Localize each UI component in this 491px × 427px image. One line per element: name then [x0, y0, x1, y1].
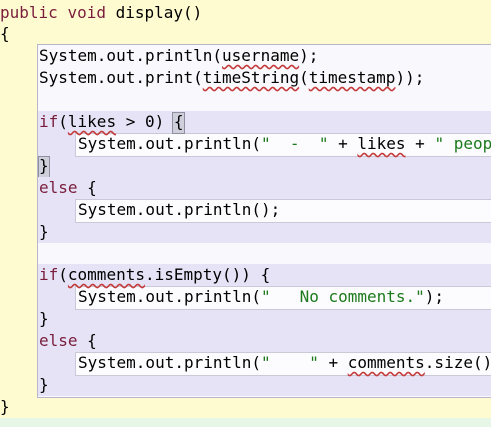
call-text: System.out.println(: [78, 287, 262, 306]
code-line-println-username[interactable]: System.out.println(username);: [39, 45, 318, 67]
call-text: > 0): [116, 112, 174, 131]
code-line-close-1[interactable]: }: [39, 221, 49, 243]
call-text: (: [58, 112, 68, 131]
call-text: System.out.println();: [78, 200, 281, 219]
call-text: (: [58, 265, 68, 284]
string-literal: " peop: [434, 134, 491, 153]
brace: {: [0, 24, 10, 43]
keyword-void: void: [67, 3, 106, 22]
keyword-if: if: [39, 265, 59, 284]
call-text: +: [328, 134, 358, 153]
call-text: .isEmpty()) {: [144, 265, 271, 284]
code-line-println-comments-size[interactable]: System.out.println(" " + comments.size()…: [78, 352, 491, 374]
squiggle-identifier: likes: [67, 112, 117, 131]
code-line-if-likes[interactable]: if(likes > 0) {: [39, 111, 184, 133]
string-literal: " No comments.": [261, 287, 425, 306]
squiggle-identifier: timeString: [202, 68, 300, 87]
call-text: System.out.println(: [78, 353, 262, 372]
code-line-close-3[interactable]: }: [39, 374, 49, 396]
code-line-else-2[interactable]: else {: [39, 330, 97, 352]
call-text: System.out.println(: [39, 46, 223, 65]
code-line-println-likes[interactable]: System.out.println(" - " + likes + " peo…: [78, 133, 491, 155]
keyword-if: if: [39, 112, 59, 131]
call-text: );: [424, 287, 445, 306]
squiggle-identifier: comments: [67, 265, 145, 284]
call-text: +: [405, 134, 435, 153]
status-strip: [0, 418, 491, 427]
squiggle-identifier: username: [222, 46, 300, 65]
string-literal: " - ": [261, 134, 329, 153]
code-line-println-no-comments[interactable]: System.out.println(" No comments.");: [78, 286, 444, 308]
call-text: System.out.println(: [78, 134, 262, 153]
method-name: display(): [105, 3, 203, 22]
code-line-method-signature[interactable]: public void display(): [0, 2, 202, 24]
call-text: +: [318, 353, 348, 372]
code-line-else-1[interactable]: else {: [39, 177, 97, 199]
brace: }: [0, 397, 10, 416]
code-line-close-brace-highlight[interactable]: }: [39, 155, 49, 177]
code-line-close-2[interactable]: }: [39, 308, 49, 330]
brace: }: [39, 222, 49, 241]
squiggle-identifier: timestamp: [308, 68, 396, 87]
brace: }: [39, 309, 49, 328]
code-line-if-comments[interactable]: if(comments.isEmpty()) {: [39, 264, 270, 286]
call-text: .size() +: [424, 353, 491, 372]
brace: {: [77, 178, 97, 197]
brace: }: [39, 375, 49, 394]
call-text: );: [299, 46, 319, 65]
keyword-else: else: [39, 331, 78, 350]
code-line-println-empty[interactable]: System.out.println();: [78, 199, 280, 221]
brace: }: [39, 156, 49, 175]
brace: {: [77, 331, 97, 350]
keyword-else: else: [39, 178, 78, 197]
keyword-public: public: [0, 3, 58, 22]
code-line-open-brace[interactable]: {: [0, 23, 10, 45]
call-text: ));: [395, 68, 425, 87]
squiggle-identifier: likes: [357, 134, 406, 153]
squiggle-identifier: comments: [347, 353, 425, 372]
brace: {: [173, 112, 184, 131]
code-line-final-brace[interactable]: }: [0, 396, 10, 418]
call-text: System.out.print(: [39, 68, 203, 87]
code-line-print-timestring[interactable]: System.out.print(timeString(timestamp));: [39, 67, 424, 89]
string-literal: " ": [261, 353, 319, 372]
call-text: (: [299, 68, 309, 87]
